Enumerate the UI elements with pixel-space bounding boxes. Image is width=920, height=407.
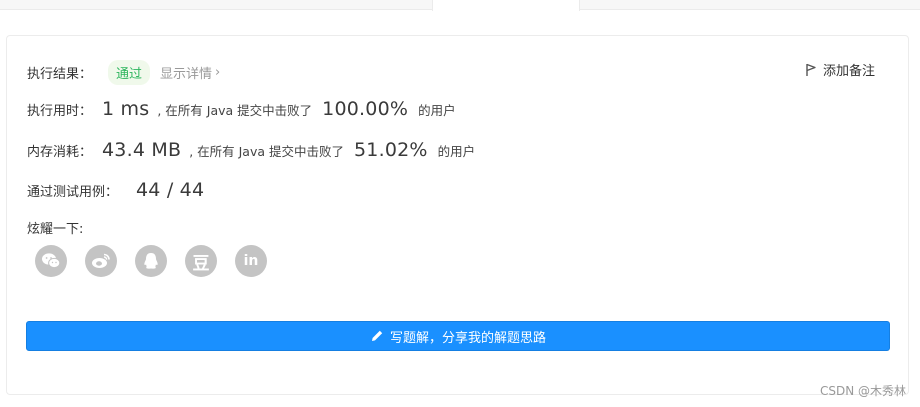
chevron-right-icon: ›	[215, 65, 221, 80]
share-icons: 豆 in	[35, 245, 267, 277]
status-badge: 通过	[108, 60, 151, 85]
share-label: 炫耀一下:	[27, 222, 84, 237]
add-note-button[interactable]: 添加备注	[805, 60, 875, 79]
write-solution-button[interactable]: 写题解，分享我的解题思路	[26, 321, 890, 351]
active-tab[interactable]	[432, 0, 580, 11]
share-row: 炫耀一下:	[27, 218, 83, 237]
runtime-suffix: 的用户	[418, 102, 456, 118]
memory-beat-text: , 在所有 Java 提交中击败了	[189, 143, 345, 159]
result-label: 执行结果：	[27, 67, 93, 82]
memory-value: 43.4 MB	[102, 139, 182, 161]
tests-value: 44 / 44	[136, 179, 205, 201]
runtime-beat-text: , 在所有 Java 提交中击败了	[157, 102, 313, 118]
memory-label: 内存消耗：	[27, 144, 93, 160]
watermark: CSDN @木秀林	[819, 384, 906, 398]
linkedin-icon[interactable]: in	[235, 245, 267, 277]
add-note-label: 添加备注	[822, 64, 875, 79]
runtime-percent: 100.00%	[322, 98, 409, 120]
qq-icon[interactable]	[135, 245, 167, 277]
flag-icon	[806, 63, 816, 76]
show-details-label: 显示详情	[160, 67, 213, 82]
memory-suffix: 的用户	[437, 143, 476, 159]
tests-label: 通过测试用例：	[27, 184, 119, 200]
result-row: 执行结果： 通过 显示详情 ›	[27, 60, 220, 85]
memory-row: 内存消耗： 43.4 MB , 在所有 Java 提交中击败了 51.02% 的…	[27, 139, 475, 161]
douban-glyph: 豆	[192, 253, 210, 274]
linkedin-glyph: in	[243, 253, 259, 269]
runtime-label: 执行用时：	[27, 103, 93, 119]
tests-row: 通过测试用例： 44 / 44	[27, 179, 204, 201]
show-details-link[interactable]: 显示详情 ›	[160, 63, 220, 82]
write-solution-label: 写题解，分享我的解题思路	[389, 330, 546, 346]
douban-icon[interactable]: 豆	[185, 245, 217, 277]
wechat-icon[interactable]	[35, 245, 67, 277]
memory-percent: 51.02%	[354, 139, 428, 161]
runtime-value: 1 ms	[102, 98, 150, 120]
runtime-row: 执行用时： 1 ms , 在所有 Java 提交中击败了 100.00% 的用户	[27, 98, 456, 120]
pencil-icon	[371, 330, 383, 341]
submission-result-card: 执行结果： 通过 显示详情 › 添加备注 执行用时： 1 ms , 在所有 Ja…	[6, 35, 909, 395]
weibo-icon[interactable]	[85, 245, 117, 277]
